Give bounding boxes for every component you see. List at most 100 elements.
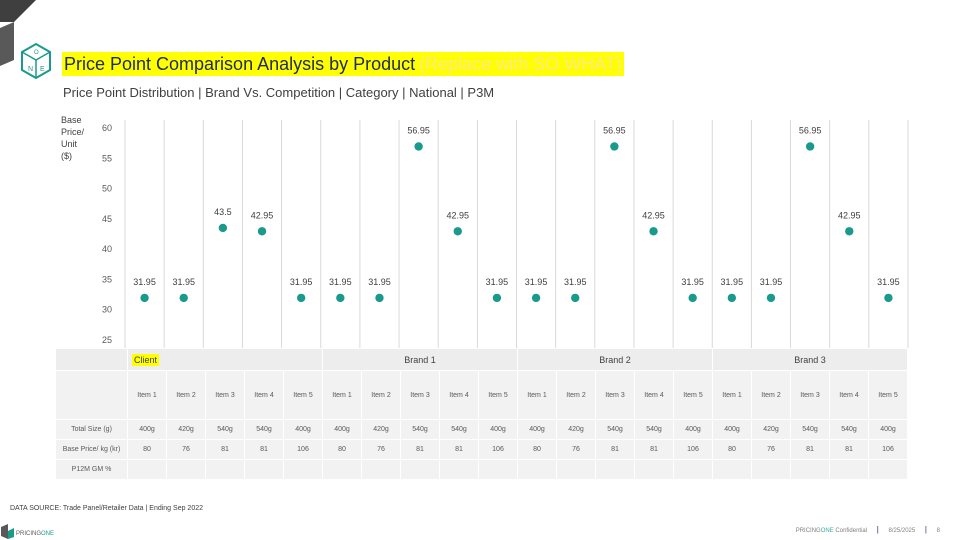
- item-cell: Item 2: [556, 370, 596, 420]
- table-cell: 80: [322, 439, 362, 460]
- brand-header-row: Client Brand 1 Brand 2 Brand 3: [55, 348, 908, 371]
- page-number: 8: [936, 528, 940, 534]
- table-cell: 400g: [673, 419, 713, 440]
- table-cell: 81: [205, 439, 245, 460]
- row-header: Total Size (g): [55, 419, 128, 440]
- row-header: P12M GM %: [55, 459, 128, 480]
- table-row: Base Price/ kg (kr) 80 76 81 81 106 80 76 81 81 10…: [55, 439, 908, 460]
- item-cell: Item 5: [478, 370, 518, 420]
- data-label: 31.95: [290, 277, 313, 287]
- table-cell: 76: [751, 439, 791, 460]
- table-cell: 80: [517, 439, 557, 460]
- item-cell: Item 4: [634, 370, 674, 420]
- table-cell: 420g: [166, 419, 206, 440]
- product-details-table: Client Brand 1 Brand 2 Brand 3 Item 1 Item 2I…: [55, 348, 908, 480]
- data-label: 31.95: [525, 277, 548, 287]
- table-cell: 81: [595, 439, 635, 460]
- y-tick-label: 45: [102, 214, 112, 224]
- table-cell: 400g: [283, 419, 323, 440]
- data-label: 56.95: [407, 125, 430, 135]
- brand-header-cell: Brand 1: [322, 348, 518, 371]
- y-tick-label: 25: [102, 335, 112, 345]
- data-point: [492, 293, 502, 303]
- table-cell: [868, 459, 908, 480]
- table-cell: 81: [790, 439, 830, 460]
- table-cell: 106: [283, 439, 323, 460]
- table-cell: [127, 459, 167, 480]
- table-cell: 106: [868, 439, 908, 460]
- table-cell: 400g: [517, 419, 557, 440]
- footer-logo-text-b: ONE: [41, 531, 54, 537]
- item-cell: Item 5: [283, 370, 323, 420]
- table-cell: 81: [400, 439, 440, 460]
- y-tick-label: 40: [102, 244, 112, 254]
- row-header: [55, 348, 128, 371]
- brand-header-cell: Client: [127, 348, 323, 371]
- table-cell: [790, 459, 830, 480]
- data-point: [296, 293, 306, 303]
- table-cell: [244, 459, 284, 480]
- brand-header-label: Client: [132, 353, 160, 366]
- table-cell: 400g: [127, 419, 167, 440]
- data-label: 31.95: [564, 277, 587, 287]
- table-cell: 80: [127, 439, 167, 460]
- y-tick-label: 35: [102, 274, 112, 284]
- item-cell: Item 2: [751, 370, 791, 420]
- data-label: 42.95: [447, 210, 470, 220]
- y-tick-label: 60: [102, 123, 112, 133]
- data-label: 31.95: [760, 277, 783, 287]
- brand-header-cell: Brand 2: [517, 348, 713, 371]
- item-cell: Item 3: [400, 370, 440, 420]
- data-label: 31.95: [877, 277, 900, 287]
- item-cell: Item 2: [166, 370, 206, 420]
- item-cell: Item 1: [322, 370, 362, 420]
- data-point: [375, 293, 384, 303]
- table-cell: 420g: [751, 419, 791, 440]
- data-point: [610, 142, 619, 151]
- table-cell: 540g: [790, 419, 830, 440]
- table-cell: 540g: [244, 419, 284, 440]
- data-point: [649, 227, 658, 236]
- item-cell: Item 5: [868, 370, 908, 420]
- table-cell: [439, 459, 479, 480]
- table-cell: [205, 459, 245, 480]
- table-cell: 540g: [829, 419, 869, 440]
- data-point: [336, 293, 345, 303]
- table-cell: 80: [712, 439, 752, 460]
- data-point: [727, 293, 737, 303]
- table-cell: 81: [244, 439, 284, 460]
- table-cell: 400g: [712, 419, 752, 440]
- row-header: Base Price/ kg (kr): [55, 439, 128, 460]
- confidential-brand-b: ONE: [820, 528, 834, 534]
- y-tick-label: 30: [102, 305, 112, 315]
- table-cell: [361, 459, 401, 480]
- footer-logo-text-a: PRICING: [16, 531, 41, 537]
- table-cell: [634, 459, 674, 480]
- y-tick-label: 55: [102, 153, 112, 163]
- data-label: 31.95: [681, 277, 704, 287]
- item-cell: Item 5: [673, 370, 713, 420]
- table-cell: 400g: [868, 419, 908, 440]
- data-label: 31.95: [721, 277, 744, 287]
- table-cell: [712, 459, 752, 480]
- data-point: [257, 227, 267, 236]
- y-tick-label: 50: [102, 184, 112, 194]
- data-point: [766, 293, 776, 303]
- data-label: 42.95: [642, 210, 665, 220]
- data-point: [805, 142, 815, 151]
- item-cell: Item 4: [244, 370, 284, 420]
- table-cell: 400g: [322, 419, 362, 440]
- table-cell: [400, 459, 440, 480]
- table-cell: 540g: [595, 419, 635, 440]
- footer-right: PRICINGONE Confidential | 8/25/2025 | 8: [796, 525, 940, 534]
- table-cell: 540g: [205, 419, 245, 440]
- table-cell: 76: [361, 439, 401, 460]
- footer-logo: PRICINGONE: [1, 524, 54, 539]
- table-row: P12M GM %: [55, 459, 908, 480]
- item-cell: Item 3: [205, 370, 245, 420]
- data-label: 43.5: [214, 207, 232, 217]
- item-cell: Item 4: [829, 370, 869, 420]
- table-cell: 106: [478, 439, 518, 460]
- data-label: 31.95: [329, 277, 352, 287]
- data-label: 31.95: [172, 277, 195, 287]
